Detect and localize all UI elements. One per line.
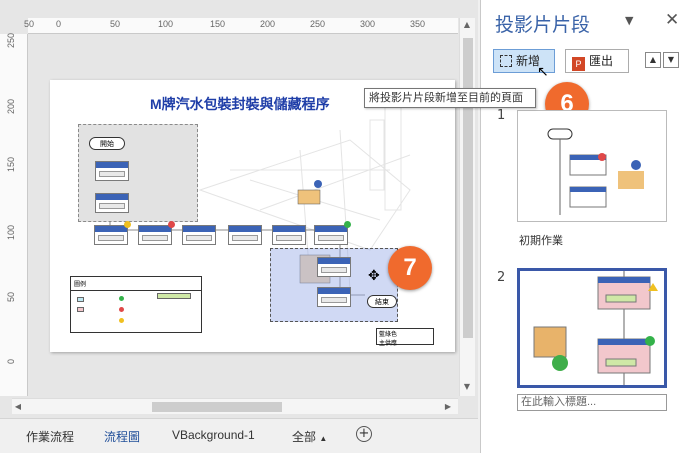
pane-title: 投影片片段 (495, 15, 591, 36)
process-shape[interactable] (95, 161, 129, 181)
snippet-preview (533, 271, 658, 385)
legend-swatch (77, 307, 84, 312)
ruler-label: 300 (360, 19, 376, 29)
snippets-pane: 投影片片段 ▼ ✕ 新增 P 匯出 ▲ ▼ ↖ 6 1 初期作業 2 在此輸入標… (480, 0, 696, 453)
move-down-button[interactable]: ▼ (663, 52, 679, 68)
start-node[interactable]: 開始 (89, 137, 125, 150)
start-group[interactable]: 開始 (78, 124, 198, 222)
process-shape[interactable] (314, 225, 348, 245)
move-up-button[interactable]: ▲ (645, 52, 661, 68)
horizontal-scrollbar[interactable]: ◀ ▶ (12, 398, 458, 414)
legend-bar (157, 293, 191, 299)
drawing-canvas[interactable]: 50 0 50 100 150 200 250 300 350 250 200 … (0, 0, 478, 418)
process-shape[interactable] (182, 225, 216, 245)
legend-status-dot (119, 296, 124, 301)
export-button[interactable]: P 匯出 (565, 49, 629, 73)
ruler-label: 100 (6, 224, 16, 240)
process-shape[interactable] (138, 225, 172, 245)
snippet-number: 1 (497, 108, 506, 123)
tab-flowchart[interactable]: 流程圖 (104, 428, 140, 445)
export-label: 匯出 (589, 54, 614, 68)
snippet-caption[interactable]: 初期作業 (519, 232, 563, 248)
vertical-scroll-thumb[interactable] (463, 38, 473, 338)
snippet-thumbnail-2[interactable] (517, 268, 667, 388)
add-snippet-icon (500, 55, 512, 67)
process-shape[interactable] (95, 193, 129, 213)
legend-title: 圖例 (71, 277, 201, 291)
powerpoint-icon: P (572, 57, 585, 71)
note-box[interactable]: 藍綠色 主供應 (376, 328, 434, 347)
tab-workflow[interactable]: 作業流程 (26, 428, 74, 445)
snippet-caption-input[interactable]: 在此輸入標題... (517, 394, 667, 411)
ruler-label: 200 (6, 98, 16, 114)
close-icon[interactable]: ✕ (665, 10, 679, 30)
selected-region[interactable]: 結束 (270, 248, 398, 322)
process-shape[interactable] (317, 257, 351, 277)
legend-status-dot (119, 318, 124, 323)
process-shape[interactable] (317, 287, 351, 307)
process-shape[interactable] (272, 225, 306, 245)
scroll-right-icon[interactable]: ▶ (442, 402, 454, 411)
note-line: 藍綠色 (379, 331, 398, 338)
ruler-label: 0 (6, 358, 16, 364)
scroll-down-icon[interactable]: ▼ (461, 382, 473, 391)
status-dot (344, 221, 351, 228)
ruler-label: 150 (210, 19, 226, 29)
add-page-button[interactable]: + (356, 426, 372, 442)
pane-options-icon[interactable]: ▼ (625, 14, 633, 27)
note-line: 主供應 (379, 340, 398, 347)
ruler-label: 50 (6, 291, 16, 302)
vertical-ruler: 250 200 150 100 50 0 (0, 32, 28, 396)
legend-swatch (77, 297, 84, 302)
step-badge-7: 7 (388, 246, 432, 290)
tab-all[interactable]: 全部 ▲ (292, 428, 327, 445)
snippet-thumbnail-1[interactable] (517, 110, 667, 222)
ruler-label: 250 (310, 19, 326, 29)
snippet-number: 2 (497, 270, 506, 285)
pointer-cursor-icon: ↖ (537, 64, 549, 80)
ruler-label: 150 (6, 156, 16, 172)
end-node[interactable]: 結束 (367, 295, 397, 308)
status-dot (168, 221, 175, 228)
horizontal-scroll-thumb[interactable] (152, 402, 282, 412)
tooltip: 將投影片片段新增至目前的頁面 (364, 88, 536, 108)
horizontal-ruler: 50 0 50 100 150 200 250 300 350 (24, 18, 458, 34)
ruler-label: 350 (410, 19, 426, 29)
vertical-scrollbar[interactable]: ▲ ▼ (459, 18, 475, 396)
ruler-label: 250 (6, 32, 16, 48)
scroll-up-icon[interactable]: ▲ (461, 20, 473, 29)
process-shape[interactable] (228, 225, 262, 245)
ruler-label: 50 (24, 19, 35, 29)
tab-vbackground[interactable]: VBackground-1 (172, 428, 255, 442)
ruler-label: 100 (158, 19, 174, 29)
visio-window: 50 0 50 100 150 200 250 300 350 250 200 … (0, 0, 696, 453)
ruler-label: 50 (110, 19, 121, 29)
legend-table[interactable]: 圖例 (70, 276, 202, 333)
ruler-label: 0 (56, 19, 62, 29)
status-dot (124, 221, 131, 228)
caret-up-icon: ▲ (319, 434, 328, 443)
process-shape[interactable] (94, 225, 128, 245)
ruler-label: 200 (260, 19, 276, 29)
drawing-page[interactable]: M牌汽水包裝封裝與儲藏程序 開始 圖例 結束 藍綠色 主供應 ✥ (50, 80, 455, 352)
scroll-left-icon[interactable]: ◀ (12, 402, 24, 411)
snippet-preview (547, 128, 644, 215)
move-cursor-icon: ✥ (368, 268, 380, 284)
tab-all-label: 全部 (292, 430, 317, 444)
page-tabs-bar: 作業流程 流程圖 VBackground-1 全部 ▲ + (0, 418, 478, 453)
legend-status-dot (119, 307, 124, 312)
